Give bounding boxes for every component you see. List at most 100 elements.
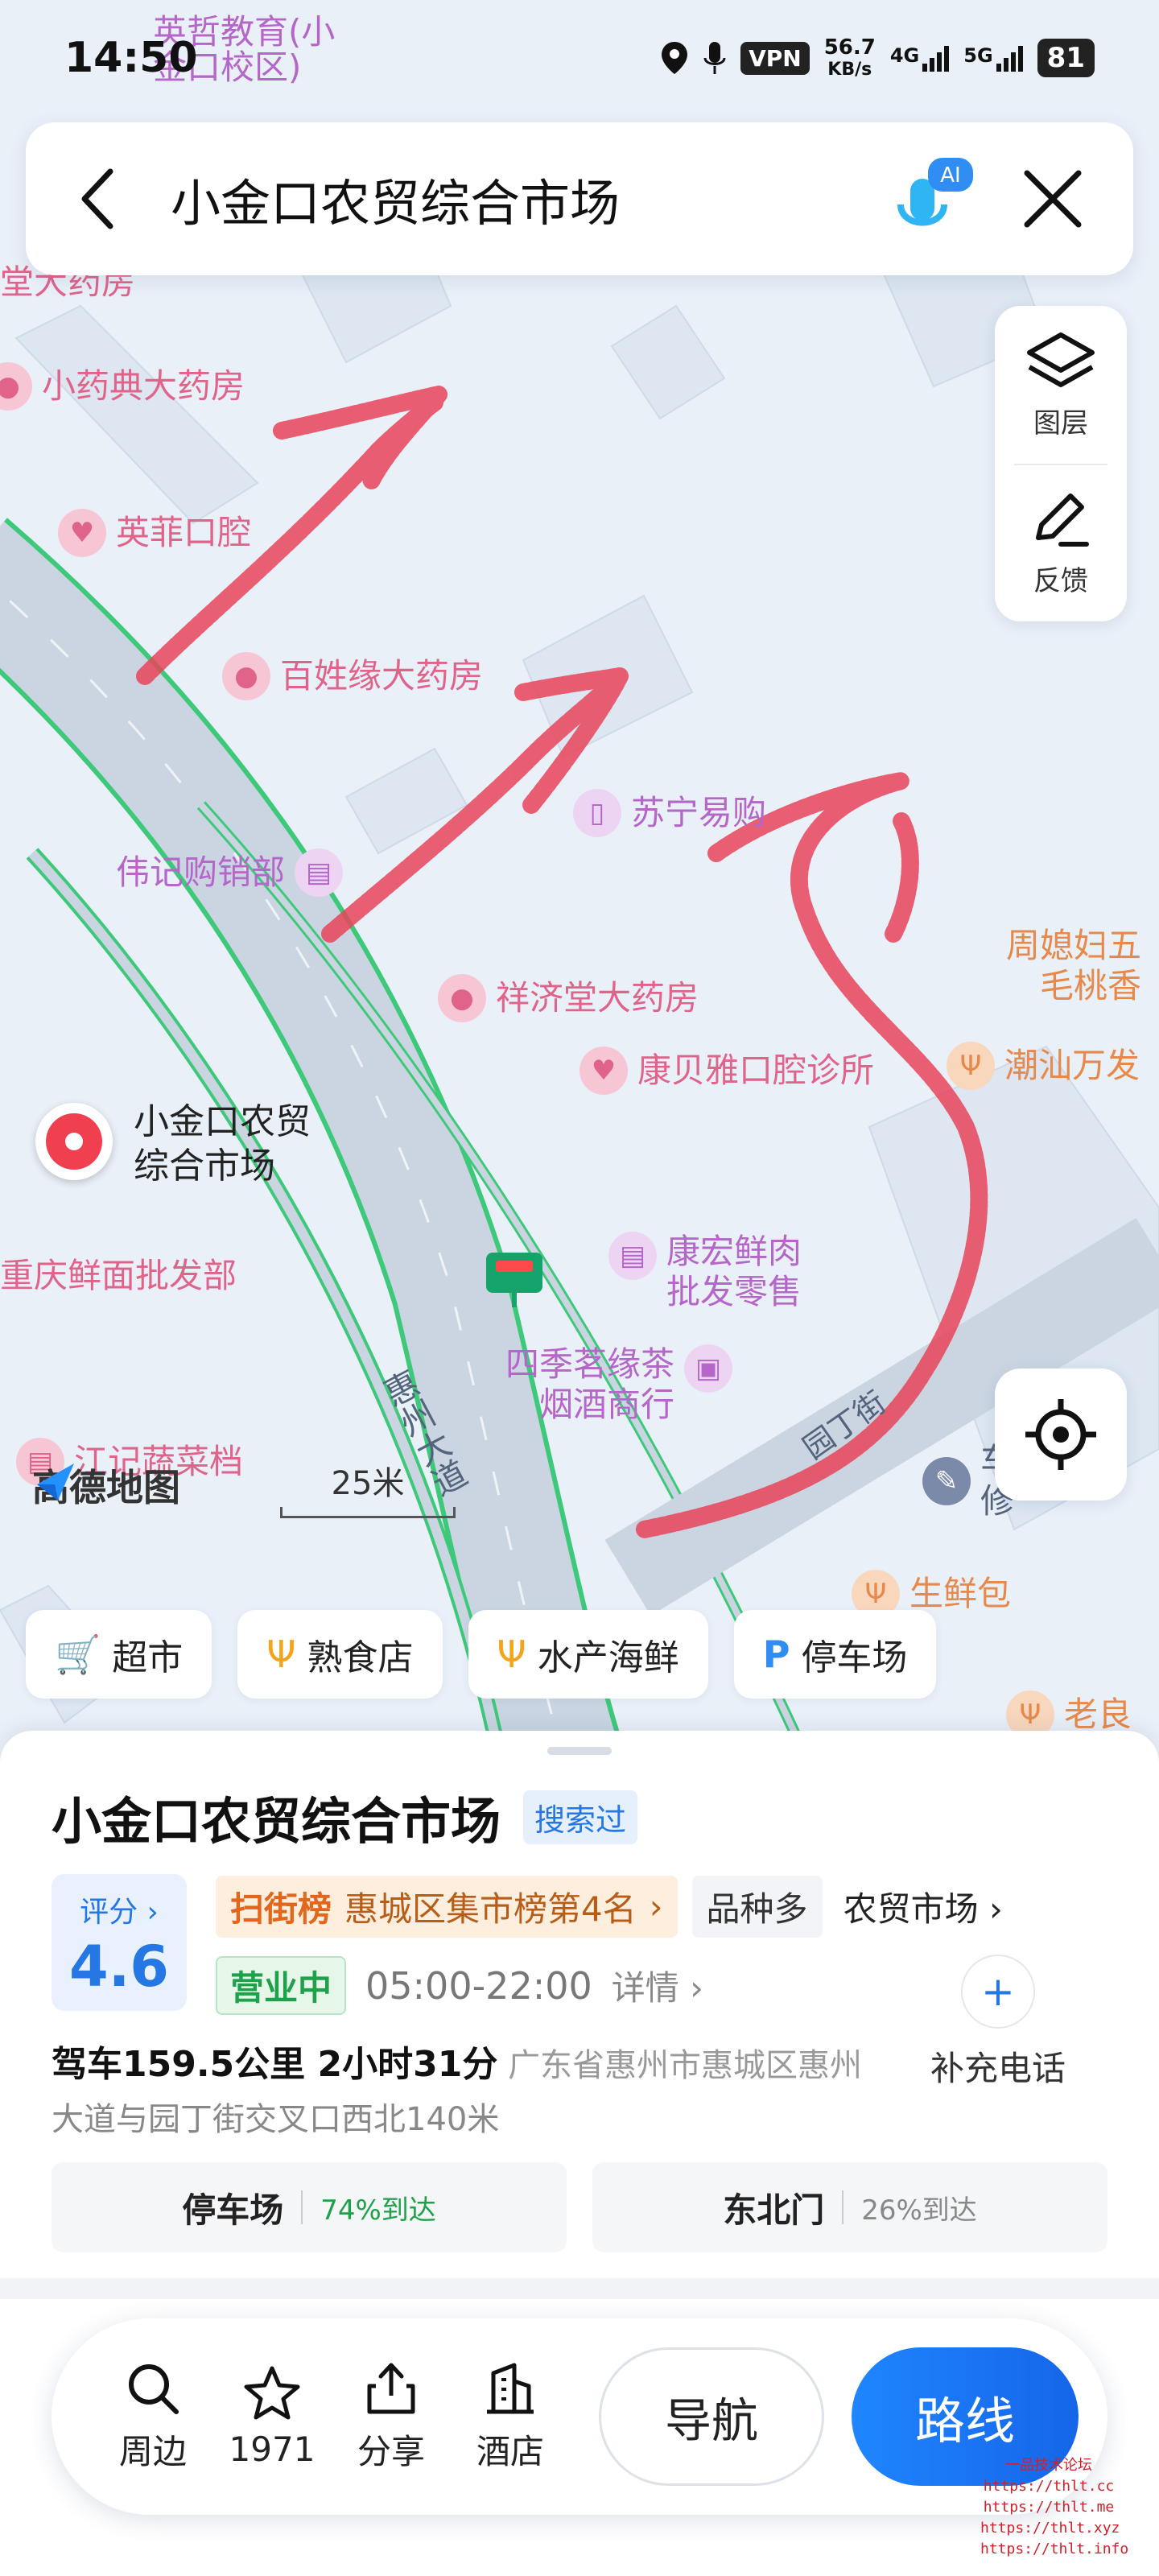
poi-xiangjitang[interactable]: ● 祥济堂大药房 (438, 974, 699, 1022)
poi-suning[interactable]: ▯ 苏宁易购 (573, 789, 766, 837)
microphone-icon (703, 42, 726, 74)
close-icon (1024, 170, 1082, 228)
share-button[interactable]: 分享 (332, 2360, 451, 2474)
location-pin-icon[interactable] (35, 1103, 113, 1180)
pin-label: 小金口农贸 综合市场 (134, 1101, 311, 1187)
hotel-button[interactable]: 酒店 (451, 2360, 570, 2474)
chip-seafood[interactable]: Ψ 水产海鲜 (468, 1610, 708, 1699)
status-bar: 14:50 VPN 56.7 KB/s 4G 5G 81 (0, 0, 1159, 121)
watermark: 一品技术论坛 https://thlt.cc https://thlt.me h… (980, 2457, 1129, 2557)
pill-icon: ● (0, 362, 32, 411)
utensils-icon: Ψ (497, 1633, 526, 1676)
entrance-parking[interactable]: 停车场 74%到达 (52, 2162, 567, 2252)
poi-weiji[interactable]: 伟记购销部 ▤ (116, 848, 344, 897)
amap-logo-icon (37, 1463, 74, 1501)
chip-deli[interactable]: Ψ 熟食店 (237, 1610, 443, 1699)
rating-box[interactable]: 评分 › 4.6 (52, 1874, 187, 2011)
entrances-row: 停车场 74%到达 东北门 26%到达 (52, 2162, 1107, 2252)
rank-badge[interactable]: 扫街榜 惠城区集市榜第4名 › (216, 1876, 678, 1938)
section-divider (0, 2278, 1159, 2299)
poi-baixingyuan[interactable]: ● 百姓缘大药房 (222, 652, 483, 700)
wrench-icon: ✎ (922, 1457, 971, 1506)
svg-text:AI: AI (940, 163, 960, 188)
map-tools-panel: 图层 反馈 (995, 306, 1127, 621)
layers-icon (1027, 332, 1095, 387)
rank-row: 扫街榜 惠城区集市榜第4名 › 品种多 农贸市场 › (216, 1876, 1009, 1938)
nearby-button[interactable]: 周边 (93, 2360, 212, 2474)
pill-icon: ● (438, 974, 486, 1022)
utensils-icon: Ψ (266, 1633, 296, 1676)
poi-kanghong[interactable]: ▤ 康宏鲜肉 批发零售 (608, 1232, 802, 1313)
cart-icon: 🛒 (55, 1632, 101, 1676)
status-icons: VPN 56.7 KB/s 4G 5G 81 (660, 37, 1095, 79)
sheet-drag-handle[interactable] (547, 1747, 612, 1755)
location-icon (662, 42, 688, 74)
add-phone-button[interactable]: + 补充电话 (918, 1955, 1079, 2091)
map-scale: 25米 (280, 1457, 456, 1518)
search-query[interactable]: 小金口农贸综合市场 (171, 163, 884, 235)
category-chips: 🛒 超市 Ψ 熟食店 Ψ 水产海鲜 P 停车场 (26, 1610, 1159, 1699)
details-link[interactable]: 详情 › (612, 1961, 703, 2010)
basket-icon: ▤ (295, 848, 344, 897)
status-time: 14:50 (64, 34, 198, 82)
poi-chongqing[interactable]: 重庆鲜面批发部 (0, 1256, 237, 1296)
close-button[interactable] (1004, 151, 1101, 247)
phone-icon: ▯ (573, 789, 621, 837)
pill-icon: ● (222, 652, 270, 700)
vpn-badge: VPN (740, 41, 810, 75)
rating-value: 4.6 (68, 1934, 169, 2000)
chevron-right-icon: › (649, 1887, 663, 1926)
back-button[interactable] (26, 122, 171, 275)
battery-indicator: 81 (1037, 39, 1095, 77)
drive-info: 驾车159.5公里 2小时31分 广东省惠州市惠城区惠州 (52, 2044, 863, 2085)
signal-4g: 4G (890, 44, 950, 72)
poi-xiaoyaodian[interactable]: ● 小药典大药房 (0, 362, 245, 411)
rating-label: 评分 › (80, 1896, 159, 1929)
chip-parking[interactable]: P 停车场 (733, 1610, 937, 1699)
signal-5g: 5G (963, 44, 1023, 72)
ai-microphone-icon: AI (897, 158, 973, 226)
utensils-icon: Ψ (947, 1042, 995, 1090)
tooth-icon: ♥ (580, 1046, 628, 1095)
share-icon (367, 2363, 415, 2413)
place-title: 小金口农贸综合市场 搜索过 (52, 1781, 638, 1853)
amap-logo: 高德地图 (32, 1459, 180, 1512)
divider (301, 2190, 303, 2224)
divider (842, 2190, 844, 2224)
tag-variety: 品种多 (691, 1876, 823, 1938)
chevron-left-icon (81, 168, 113, 229)
hours-row: 营业中 05:00-22:00 详情 › (216, 1956, 703, 2015)
searched-tag: 搜索过 (523, 1790, 638, 1844)
chevron-right-icon: › (988, 1889, 1003, 1929)
poi-siji[interactable]: 四季茗缘茶 烟酒商行 ▣ (505, 1344, 733, 1426)
crosshair-icon (1025, 1399, 1096, 1470)
feedback-pen-icon (1036, 493, 1089, 547)
search-bar[interactable]: 小金口农贸综合市场 AI (26, 122, 1133, 275)
signal-bars-icon (922, 44, 950, 72)
network-speed: 56.7 KB/s (823, 35, 876, 80)
scale-bar (280, 1507, 456, 1518)
parking-icon: P (762, 1633, 790, 1676)
ai-voice-button[interactable]: AI (884, 151, 980, 247)
bottom-action-bar: 周边 1971 分享 酒店 导航 路线 (52, 2318, 1107, 2515)
open-status-badge: 营业中 (216, 1956, 347, 2015)
category-link[interactable]: 农贸市场 › (837, 1876, 1009, 1938)
feedback-button[interactable]: 反馈 (995, 464, 1127, 621)
hotel-building-icon (487, 2363, 534, 2413)
opening-hours: 05:00-22:00 (365, 1963, 592, 2008)
locate-me-button[interactable] (995, 1368, 1127, 1501)
layers-button[interactable]: 图层 (995, 306, 1127, 464)
address-line: 大道与园丁街交叉口西北140米 (52, 2101, 500, 2138)
signal-bars-icon (996, 44, 1023, 72)
poi-zhouxifu[interactable]: 周媳妇五 毛桃香 (1006, 926, 1141, 1007)
navigate-button[interactable]: 导航 (599, 2347, 824, 2486)
basket-icon: ▤ (608, 1232, 657, 1280)
poi-kangbeiya[interactable]: ♥ 康贝雅口腔诊所 (580, 1046, 874, 1095)
entrance-northeast-gate[interactable]: 东北门 26%到达 (592, 2162, 1107, 2252)
star-icon (244, 2366, 300, 2419)
chip-supermarket[interactable]: 🛒 超市 (26, 1610, 212, 1699)
store-icon: ▣ (684, 1344, 733, 1393)
poi-yingfei[interactable]: ♥ 英菲口腔 (58, 509, 251, 557)
favorite-button[interactable]: 1971 (212, 2365, 332, 2469)
poi-chaoshan[interactable]: Ψ 潮汕万发 (947, 1042, 1140, 1090)
